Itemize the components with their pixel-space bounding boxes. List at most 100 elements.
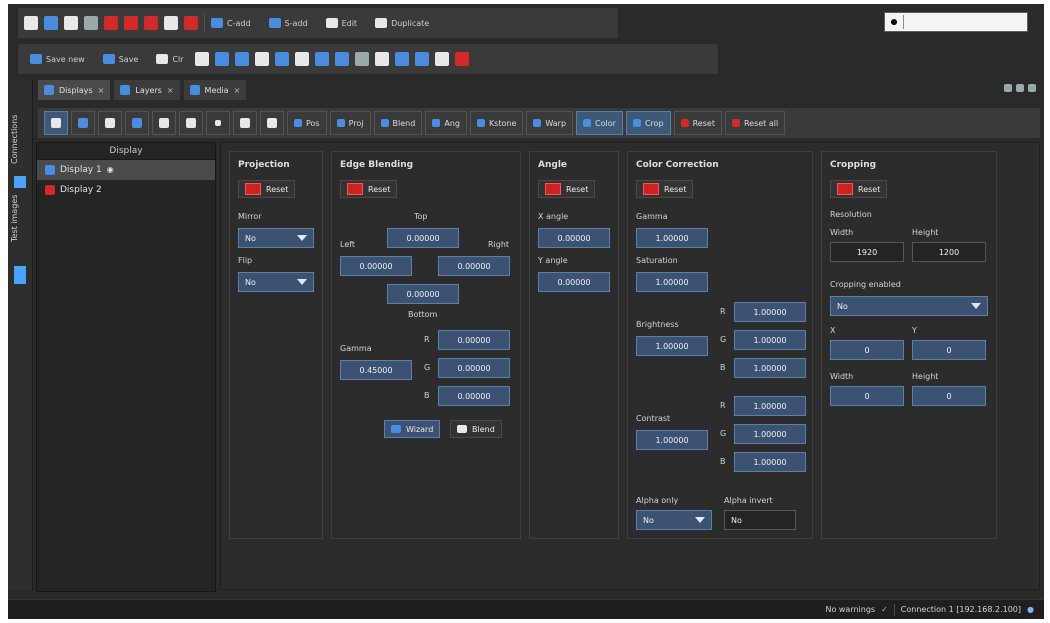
edge-blending-reset-button[interactable]: Reset: [340, 180, 398, 198]
stop-icon[interactable]: [124, 16, 138, 30]
close-icon[interactable]: ×: [234, 86, 241, 95]
resolution-width-field[interactable]: 1920: [830, 242, 904, 262]
pos-button[interactable]: Pos: [287, 111, 327, 135]
contrast-field[interactable]: 1.00000: [636, 430, 708, 450]
blend-top-field[interactable]: 0.00000: [387, 228, 459, 248]
clr-button[interactable]: Clr: [150, 49, 189, 69]
image-icon[interactable]: [255, 52, 270, 66]
saturation-field[interactable]: 1.00000: [636, 272, 708, 292]
reset-all-button[interactable]: Reset all: [724, 111, 786, 135]
menu-icon[interactable]: [375, 52, 390, 66]
crop-width-field[interactable]: 0: [830, 386, 904, 406]
y-angle-field[interactable]: 0.00000: [538, 272, 610, 292]
brightness-r-field[interactable]: 1.00000: [734, 302, 806, 322]
mirror-select[interactable]: No: [238, 228, 314, 248]
chart-icon[interactable]: [415, 52, 430, 66]
power-red-icon[interactable]: [184, 16, 198, 30]
scatter-button[interactable]: [233, 111, 257, 135]
chart-button[interactable]: [260, 111, 284, 135]
alpha-only-select[interactable]: No: [636, 510, 712, 530]
x-angle-field[interactable]: 0.00000: [538, 228, 610, 248]
record-icon[interactable]: [104, 16, 118, 30]
tab-displays[interactable]: Displays ×: [38, 80, 111, 100]
white-box-button[interactable]: [98, 111, 122, 135]
ang-button[interactable]: Ang: [425, 111, 467, 135]
link-icon[interactable]: [295, 52, 310, 66]
contrast-b-field[interactable]: 1.00000: [734, 452, 806, 472]
test-images-tab[interactable]: Test images: [10, 186, 30, 250]
panel-icon[interactable]: [395, 52, 410, 66]
tab-layers[interactable]: Layers ×: [114, 80, 180, 100]
duplicate-button[interactable]: Duplicate: [369, 13, 435, 33]
close-icon[interactable]: ×: [167, 86, 174, 95]
save-button[interactable]: Save: [97, 49, 145, 69]
wizard-button[interactable]: Wizard: [384, 420, 441, 438]
connections-tab[interactable]: Connections: [10, 102, 30, 176]
p-tool-icon[interactable]: [195, 52, 210, 66]
save-new-button[interactable]: Save new: [24, 49, 91, 69]
projection-reset-button[interactable]: Reset: [238, 180, 296, 198]
crop-y-field[interactable]: 0: [912, 340, 986, 360]
list-icon[interactable]: [235, 52, 250, 66]
contrast-g-field[interactable]: 1.00000: [734, 424, 806, 444]
close-icon[interactable]: ×: [98, 86, 105, 95]
tool-icon-2[interactable]: [44, 16, 58, 30]
grid-button[interactable]: [152, 111, 176, 135]
c-add-button[interactable]: C-add: [204, 13, 257, 33]
angle-reset-button[interactable]: Reset: [538, 180, 596, 198]
flag-button[interactable]: [125, 111, 149, 135]
blend-right-field[interactable]: 0.00000: [438, 256, 510, 276]
edit-button[interactable]: Edit: [320, 13, 364, 33]
page-indicator-icon[interactable]: [14, 266, 26, 284]
flip-select[interactable]: No: [238, 272, 314, 292]
snow-icon[interactable]: [335, 52, 350, 66]
warp-button[interactable]: Warp: [526, 111, 574, 135]
s-add-button[interactable]: S-add: [263, 13, 314, 33]
blend-button[interactable]: Blend: [373, 111, 423, 135]
cc-gamma-field[interactable]: 1.00000: [636, 228, 708, 248]
kstone-button[interactable]: Kstone: [469, 111, 524, 135]
contrast-r-field[interactable]: 1.00000: [734, 396, 806, 416]
blend-gamma-b-field[interactable]: 0.00000: [438, 386, 510, 406]
p-icon[interactable]: [64, 16, 78, 30]
tab-media[interactable]: Media ×: [183, 80, 247, 100]
cropping-enabled-select[interactable]: No: [830, 296, 988, 316]
blend-mode-button[interactable]: Blend: [450, 420, 502, 438]
brightness-g-field[interactable]: 1.00000: [734, 330, 806, 350]
crop-height-field[interactable]: 0: [912, 386, 986, 406]
crop-button[interactable]: Crop: [625, 111, 671, 135]
monitor-icon[interactable]: [275, 52, 290, 66]
list-item[interactable]: Display 1 ◉: [37, 160, 215, 180]
color-reset-button[interactable]: Reset: [636, 180, 694, 198]
camera-icon[interactable]: [315, 52, 330, 66]
cropping-reset-button[interactable]: Reset: [830, 180, 888, 198]
display-tool-button[interactable]: [71, 111, 95, 135]
blend-gamma-r-field[interactable]: 0.00000: [438, 330, 510, 350]
refresh-icon[interactable]: [144, 16, 158, 30]
resolution-height-field[interactable]: 1200: [912, 242, 986, 262]
settings-icon[interactable]: [1016, 84, 1024, 92]
power-icon[interactable]: [164, 16, 178, 30]
blend-gamma-field[interactable]: 0.45000: [340, 360, 412, 380]
dot-button[interactable]: [206, 111, 230, 135]
search-input[interactable]: [884, 12, 1028, 32]
blend-bottom-field[interactable]: 0.00000: [387, 284, 459, 304]
tool-icon-1[interactable]: [24, 16, 38, 30]
split-button[interactable]: [179, 111, 203, 135]
reset-button[interactable]: Reset: [673, 111, 722, 135]
dock-icon[interactable]: [1004, 84, 1012, 92]
color-button[interactable]: Color: [576, 111, 623, 135]
blend-left-field[interactable]: 0.00000: [340, 256, 412, 276]
chip-icon[interactable]: [355, 52, 370, 66]
brightness-field[interactable]: 1.00000: [636, 336, 708, 356]
globe-icon[interactable]: [84, 16, 98, 30]
proj-button[interactable]: Proj: [329, 111, 371, 135]
list-view-button[interactable]: [44, 111, 68, 135]
list-item[interactable]: Display 2: [37, 180, 215, 200]
crop-x-field[interactable]: 0: [830, 340, 904, 360]
warning-icon[interactable]: [455, 52, 470, 66]
restore-icon[interactable]: [1028, 84, 1036, 92]
blend-gamma-g-field[interactable]: 0.00000: [438, 358, 510, 378]
alpha-invert-field[interactable]: No: [724, 510, 796, 530]
grid-icon[interactable]: [215, 52, 230, 66]
